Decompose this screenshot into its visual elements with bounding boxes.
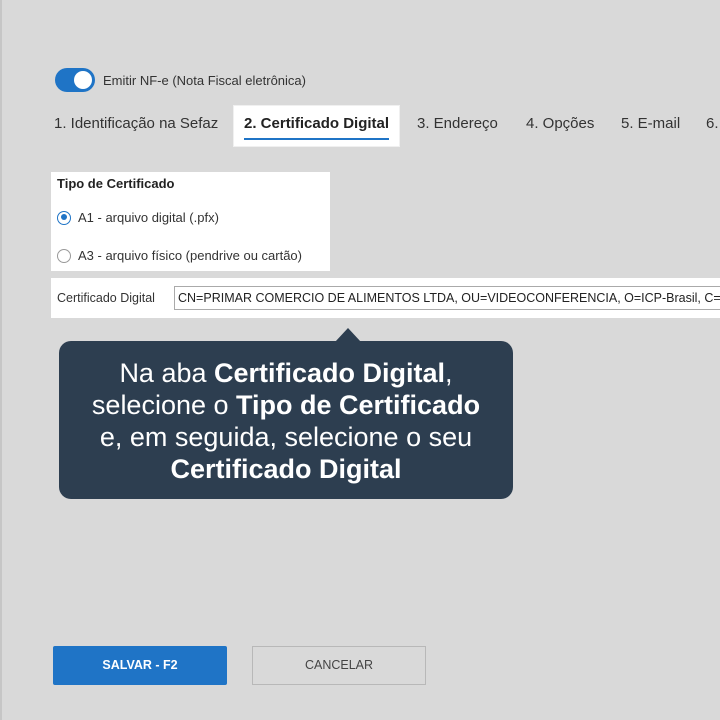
cert-select-input[interactable]: CN=PRIMAR COMERCIO DE ALIMENTOS LTDA, OU… (174, 286, 720, 310)
radio-option-a3[interactable]: A3 - arquivo físico (pendrive ou cartão) (57, 248, 302, 263)
cancel-button[interactable]: CANCELAR (252, 646, 426, 685)
callout-line-2: selecione o Tipo de Certificado (91, 390, 481, 420)
tab-identificacao[interactable]: 1. Identificação na Sefaz (54, 106, 218, 146)
tab-6[interactable]: 6. (706, 106, 719, 146)
radio-a1[interactable] (57, 210, 71, 225)
callout-pointer (335, 328, 361, 342)
radio-a3-label: A3 - arquivo físico (pendrive ou cartão) (78, 248, 302, 263)
cert-field-row: Certificado Digital CN=PRIMAR COMERCIO D… (51, 278, 720, 318)
save-button[interactable]: SALVAR - F2 (53, 646, 227, 685)
radio-a3[interactable] (57, 248, 71, 263)
callout-line-4: Certificado Digital (170, 454, 402, 484)
radio-option-a1[interactable]: A1 - arquivo digital (.pfx) (57, 210, 219, 225)
tab-endereco[interactable]: 3. Endereço (417, 106, 498, 146)
instruction-callout: Na aba Certificado Digital, selecione o … (59, 328, 513, 499)
tab-certificado-digital[interactable]: 2. Certificado Digital (234, 106, 400, 146)
tab-opcoes[interactable]: 4. Opções (526, 106, 594, 146)
callout-line-1: Na aba Certificado Digital, (119, 358, 453, 388)
cert-type-title: Tipo de Certificado (57, 176, 175, 191)
toggle-knob (74, 71, 92, 89)
emit-nfe-toggle[interactable] (55, 68, 95, 92)
active-tab-indicator (244, 138, 390, 140)
radio-a1-label: A1 - arquivo digital (.pfx) (78, 210, 219, 225)
emit-nfe-label: Emitir NF-e (Nota Fiscal eletrônica) (103, 72, 306, 88)
cert-type-panel: Tipo de Certificado A1 - arquivo digital… (51, 172, 330, 271)
tab-bar: 1. Identificação na Sefaz 2. Certificado… (0, 106, 720, 146)
callout-line-3: e, em seguida, selecione o seu (99, 422, 473, 452)
cert-field-label: Certificado Digital (57, 291, 155, 305)
tab-certificado-digital-label: 2. Certificado Digital (244, 115, 390, 132)
tab-email[interactable]: 5. E-mail (621, 106, 680, 146)
emit-nfe-row: Emitir NF-e (Nota Fiscal eletrônica) (55, 67, 306, 93)
